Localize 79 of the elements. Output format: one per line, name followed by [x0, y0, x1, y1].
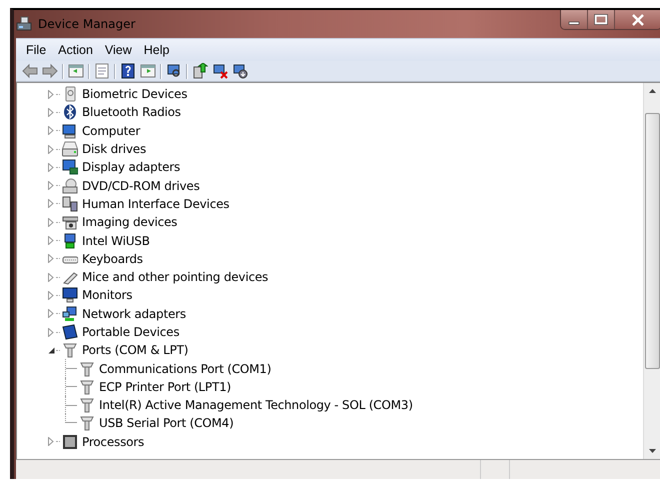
disable-device-icon[interactable]	[232, 63, 248, 79]
device-icon	[62, 159, 78, 176]
maximize-button[interactable]	[588, 10, 615, 29]
uninstall-icon[interactable]	[212, 63, 228, 79]
tree-item[interactable]: Communications Port (COM1)	[99, 362, 272, 376]
close-button[interactable]	[615, 10, 660, 29]
tree-item[interactable]: Ports (COM & LPT)	[82, 343, 188, 358]
window-title: Device Manager	[38, 17, 136, 31]
device-icon	[62, 214, 78, 230]
menu-item[interactable]: File	[20, 43, 52, 57]
tree-item[interactable]: Imaging devices	[82, 215, 178, 230]
tree-item[interactable]: Mice and other pointing devices	[82, 270, 268, 284]
scroll-up-arrow-icon[interactable]	[648, 89, 656, 93]
back-arrow-icon[interactable]	[22, 63, 38, 79]
tree-item[interactable]: Intel(R) Active Management Technology - SOL (COM3)	[99, 398, 413, 412]
device-icon	[62, 196, 78, 212]
tree-item[interactable]: Monitors	[82, 288, 132, 302]
tree-item[interactable]: Keyboards	[82, 252, 143, 266]
collapsed-arrow-icon[interactable]	[47, 126, 55, 136]
properties-icon[interactable]	[94, 63, 110, 79]
tree-item[interactable]: Human Interface Devices	[82, 196, 230, 211]
device-icon	[62, 122, 78, 139]
close-icon	[631, 14, 645, 26]
expanded-arrow-icon[interactable]	[47, 346, 55, 355]
collapsed-arrow-icon[interactable]	[47, 290, 55, 300]
collapsed-arrow-icon[interactable]	[47, 309, 55, 318]
tree-item[interactable]: Processors	[82, 434, 144, 449]
action-pane-icon[interactable]	[140, 63, 156, 79]
scrollbar-thumb[interactable]	[644, 113, 660, 369]
tree-item[interactable]: USB Serial Port (COM4)	[99, 416, 234, 430]
maximize-icon	[594, 14, 608, 25]
device-manager-icon	[16, 16, 34, 32]
port-icon	[79, 415, 95, 432]
device-icon	[62, 178, 78, 194]
tree-item[interactable]: Network adapters	[82, 306, 186, 321]
port-icon	[79, 360, 95, 377]
collapsed-arrow-icon[interactable]	[47, 162, 55, 172]
port-icon	[62, 342, 78, 358]
device-icon	[62, 232, 78, 249]
scan-monitor-icon[interactable]	[166, 63, 182, 79]
tree-item[interactable]: DVD/CD-ROM drives	[82, 178, 200, 193]
scroll-down-arrow-icon[interactable]	[648, 449, 656, 453]
device-icon	[62, 287, 78, 304]
tree-item[interactable]: Disk drives	[82, 142, 146, 156]
collapsed-arrow-icon[interactable]	[47, 144, 55, 154]
tree-item[interactable]: Portable Devices	[82, 325, 180, 339]
menu-item[interactable]: View	[98, 43, 138, 57]
device-icon	[62, 141, 78, 158]
console-tree-icon[interactable]	[68, 63, 84, 79]
collapsed-arrow-icon[interactable]	[47, 272, 55, 282]
device-icon	[62, 434, 78, 450]
collapsed-arrow-icon[interactable]	[47, 218, 55, 227]
port-icon	[79, 397, 95, 414]
device-icon	[62, 306, 78, 322]
collapsed-arrow-icon[interactable]	[47, 108, 55, 117]
minimize-icon	[568, 20, 580, 24]
collapsed-arrow-icon[interactable]	[47, 328, 55, 336]
port-icon	[79, 378, 95, 395]
vertical-scrollbar[interactable]	[643, 83, 660, 459]
menu-item[interactable]: Action	[52, 43, 99, 57]
tree-item[interactable]: ECP Printer Port (LPT1)	[99, 380, 231, 394]
collapsed-arrow-icon[interactable]	[47, 90, 55, 99]
device-icon	[62, 324, 78, 340]
tree-item[interactable]: Display adapters	[82, 160, 180, 174]
collapsed-arrow-icon[interactable]	[47, 437, 55, 446]
tree-item[interactable]: Computer	[82, 124, 140, 138]
minimize-button[interactable]	[561, 10, 588, 29]
device-icon	[62, 104, 78, 120]
collapsed-arrow-icon[interactable]	[47, 236, 55, 246]
forward-arrow-icon[interactable]	[42, 63, 58, 79]
collapsed-arrow-icon[interactable]	[47, 254, 55, 264]
tree-item[interactable]: Intel WiUSB	[82, 234, 150, 248]
collapsed-arrow-icon[interactable]	[47, 199, 55, 208]
menu-item[interactable]: Help	[138, 43, 176, 57]
tree-item[interactable]: Biometric Devices	[82, 87, 188, 102]
collapsed-arrow-icon[interactable]	[47, 181, 55, 190]
tree-item[interactable]: Bluetooth Radios	[82, 105, 181, 120]
help-icon[interactable]	[120, 63, 136, 79]
update-driver-icon[interactable]	[192, 63, 208, 79]
